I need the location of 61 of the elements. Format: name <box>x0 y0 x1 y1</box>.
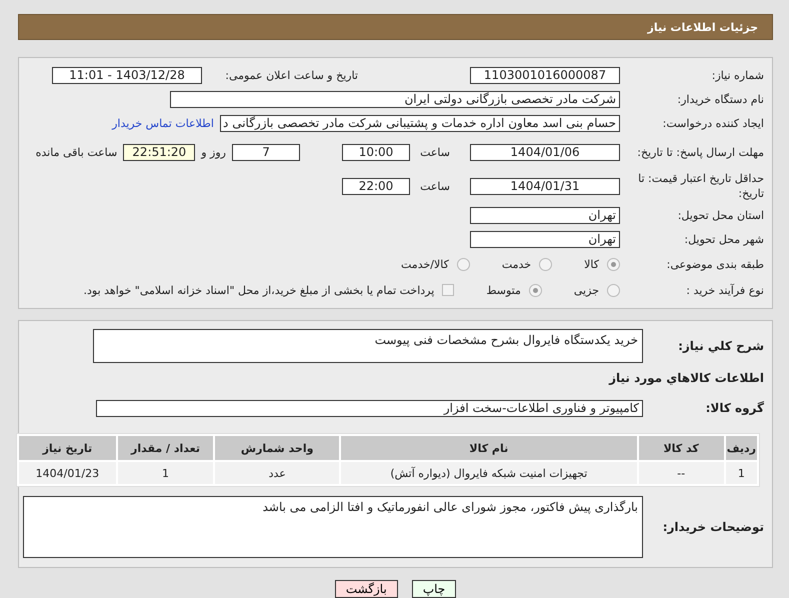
radio-label: کالا/خدمت <box>401 258 449 270</box>
column-header: واحد شمارش <box>215 436 340 460</box>
section-heading: اطلاعات کالاهاي مورد نياز <box>608 370 764 386</box>
column-header: کد کالا <box>638 436 724 460</box>
field-label: استان محل تحویل: <box>676 208 764 222</box>
column-header: ردیف <box>726 436 757 460</box>
field-label: شماره نیاز: <box>710 68 764 82</box>
summary-label: شرح کلي نياز: <box>677 338 764 354</box>
field-label: تاریخ و ساعت اعلان عمومی: <box>224 68 358 82</box>
deadline-date-field: 1404/01/06 <box>470 144 620 160</box>
field-label: شهر محل تحویل: <box>683 232 764 246</box>
radio-label: جزیی <box>574 284 599 296</box>
goods-group-label: گروه کالا: <box>704 400 764 416</box>
column-header: تعداد / مقدار <box>118 436 214 460</box>
need-number-field: 1103001016000087 <box>470 66 620 84</box>
back-button[interactable]: بازگشت <box>334 580 398 598</box>
time-label: ساعت <box>419 146 450 158</box>
goods-group-field: کامپیوتر و فناوری اطلاعات-سخت افزار <box>96 400 643 416</box>
creator-field: حسام بنی اسد معاون اداره خدمات و پشتیبانی شرکت مادر تخصصی بازرگانی د <box>220 114 620 132</box>
time-label: ساعت <box>419 180 450 192</box>
buyer-field: شرکت مادر تخصصی بازرگانی دولتی ایران <box>170 90 620 108</box>
field-label: نام دستگاه خریدار: <box>676 92 764 106</box>
announce-date-field: 1403/12/28 - 11:01 <box>52 66 202 84</box>
page-header: جزئیات اطلاعات نیاز <box>18 14 773 40</box>
table-cell: تجهیزات امنیت شبکه فایروال (دیواره آتش) <box>341 462 637 484</box>
days-label: روز و <box>201 146 226 158</box>
radio-button[interactable] <box>456 258 470 270</box>
validity-date-field: 1404/01/31 <box>470 178 620 194</box>
summary-field: خرید یکدستگاه فایروال بشرح مشخصات فنی پیوست <box>93 329 643 363</box>
table-cell: 1404/01/23 <box>19 462 116 484</box>
buyer-contact-link[interactable]: اطلاعات تماس خریدار <box>112 116 214 130</box>
radio-button[interactable] <box>539 258 552 270</box>
notes-field: بارگذاری پیش فاکتور، مجوز شورای عالی انفورماتیک و افتا الزامی می باشد <box>23 496 643 558</box>
days-field: 7 <box>232 144 300 160</box>
radio-button[interactable] <box>607 284 620 296</box>
radio-label: کالا <box>584 258 599 270</box>
radio-label: متوسط <box>486 284 521 296</box>
field-label: حداقل تاریخ اعتبار قیمت: تا تاریخ: <box>637 171 764 201</box>
field-label: نوع فرآیند خرید : <box>685 282 764 298</box>
radio-button[interactable] <box>528 284 542 296</box>
radio-label: خدمت <box>502 258 532 270</box>
print-button[interactable]: چاپ <box>412 580 456 598</box>
column-header: نام کالا <box>341 436 637 460</box>
deadline-time-field: 10:00 <box>342 144 410 160</box>
field-label: طبقه بندی موضوعی: <box>666 256 764 272</box>
field-label: ایجاد کننده درخواست: <box>662 116 764 130</box>
field-label: مهلت ارسال پاسخ: تا تاریخ: <box>636 144 764 160</box>
remaining-time-field: 22:51:20 <box>123 144 196 160</box>
validity-time-field: 22:00 <box>342 178 410 194</box>
table-cell: عدد <box>215 462 340 484</box>
table-cell: -- <box>638 462 724 484</box>
province-field: تهران <box>470 206 620 224</box>
checkbox[interactable] <box>442 284 454 296</box>
table-cell: 1 <box>118 462 214 484</box>
remaining-label: ساعت باقی مانده <box>36 146 118 158</box>
city-field: تهران <box>470 230 620 248</box>
column-header: تاریخ نیاز <box>19 436 116 460</box>
table-cell: 1 <box>726 462 757 484</box>
checkbox-label: پرداخت تمام یا بخشی از مبلغ خرید،از محل "اسناد خزانه اسلامی" خواهد بود. <box>84 284 434 296</box>
notes-label: توضیحات خریدار: <box>662 520 764 534</box>
radio-button[interactable] <box>607 258 620 270</box>
